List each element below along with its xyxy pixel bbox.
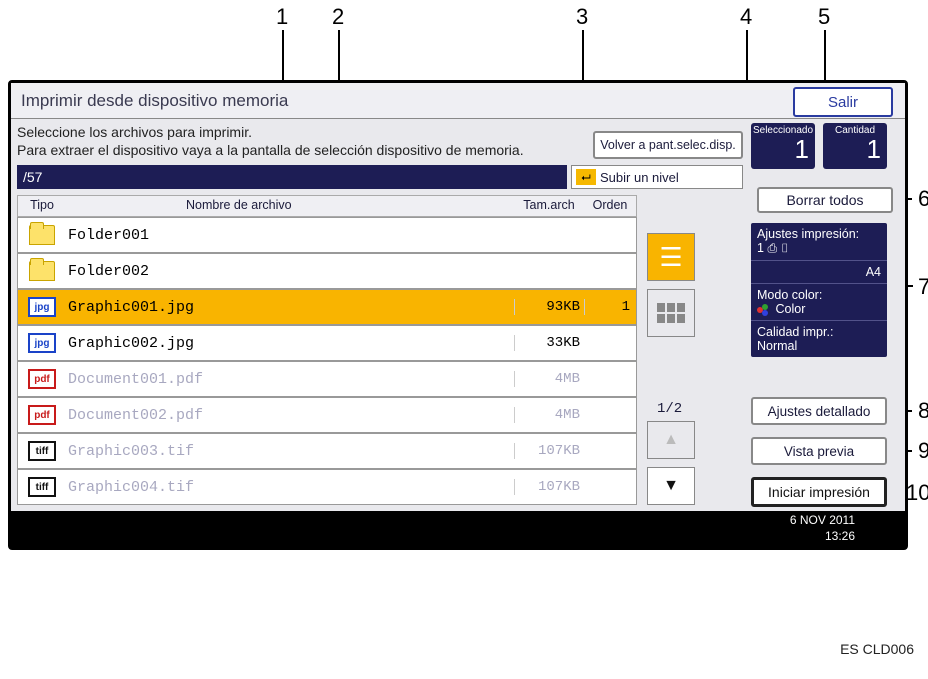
clear-all-button[interactable]: Borrar todos bbox=[757, 187, 893, 213]
paper-size-value: A4 bbox=[866, 265, 881, 279]
col-name: Nombre de archivo bbox=[66, 196, 514, 216]
print-quality-label: Calidad impr.: bbox=[757, 325, 833, 339]
color-mode-block: Modo color: Color bbox=[751, 284, 887, 321]
device-screen: Imprimir desde dispositivo memoria Salir… bbox=[8, 80, 908, 550]
print-quality-block: Calidad impr.: Normal bbox=[751, 321, 887, 357]
clock-date: 6 NOV 2011 bbox=[790, 513, 855, 527]
col-order: Orden bbox=[584, 196, 636, 216]
triangle-up-icon: ▲ bbox=[663, 431, 679, 449]
file-size: 4MB bbox=[514, 407, 584, 423]
jpg-file-icon: jpg bbox=[18, 297, 66, 317]
file-row[interactable]: Folder002 bbox=[17, 253, 637, 289]
file-name: Graphic004.tif bbox=[66, 479, 514, 496]
quantity-counter[interactable]: Cantidad 1 bbox=[823, 123, 887, 169]
preview-button[interactable]: Vista previa bbox=[751, 437, 887, 465]
page-down-button[interactable]: ▼ bbox=[647, 467, 695, 505]
col-size: Tam.arch bbox=[514, 196, 584, 216]
print-quality-value: Normal bbox=[757, 339, 797, 353]
file-size: 107KB bbox=[514, 443, 584, 459]
selected-counter-value: 1 bbox=[751, 136, 815, 162]
file-row[interactable]: jpgGraphic001.jpg93KB1 bbox=[17, 289, 637, 325]
print-settings-value: 1 bbox=[757, 241, 764, 255]
file-row[interactable]: jpgGraphic002.jpg33KB bbox=[17, 325, 637, 361]
start-print-button[interactable]: Iniciar impresión bbox=[751, 477, 887, 507]
tiff-file-icon: tiff bbox=[18, 441, 66, 461]
detailed-settings-button[interactable]: Ajustes detallado bbox=[751, 397, 887, 425]
view-grid-button[interactable] bbox=[647, 289, 695, 337]
file-name: Folder001 bbox=[66, 227, 514, 244]
selected-counter: Seleccionado 1 bbox=[751, 123, 815, 169]
folder-icon bbox=[18, 261, 66, 281]
jpg-file-icon: jpg bbox=[18, 333, 66, 353]
callout-8: 8 bbox=[918, 398, 928, 424]
color-icon bbox=[757, 304, 769, 316]
document-code: ES CLD006 bbox=[840, 641, 914, 657]
file-row: pdfDocument001.pdf4MB bbox=[17, 361, 637, 397]
file-name: Graphic002.jpg bbox=[66, 335, 514, 352]
print-settings-panel: Ajustes impresión: 1 ⎙ ▯ A4 Modo color: … bbox=[751, 223, 887, 357]
file-size: 93KB bbox=[514, 299, 584, 315]
callout-9: 9 bbox=[918, 438, 928, 464]
instructions-line1: Seleccione los archivos para imprimir. bbox=[17, 124, 252, 140]
pdf-file-icon: pdf bbox=[18, 405, 66, 425]
pdf-file-icon: pdf bbox=[18, 369, 66, 389]
file-order: 1 bbox=[584, 299, 636, 315]
status-clock: 6 NOV 2011 13:26 bbox=[11, 511, 905, 547]
page-up-button[interactable]: ▲ bbox=[647, 421, 695, 459]
callout-2: 2 bbox=[332, 4, 344, 30]
file-row: pdfDocument002.pdf4MB bbox=[17, 397, 637, 433]
callout-7: 7 bbox=[918, 274, 928, 300]
page-indicator: 1/2 bbox=[657, 401, 682, 417]
color-mode-label: Modo color: bbox=[757, 288, 822, 302]
callout-10: 10 bbox=[906, 480, 928, 506]
file-name: Document002.pdf bbox=[66, 407, 514, 424]
file-list-header: Tipo Nombre de archivo Tam.arch Orden bbox=[17, 195, 637, 217]
col-type: Tipo bbox=[18, 196, 66, 216]
tiff-file-icon: tiff bbox=[18, 477, 66, 497]
view-list-button[interactable]: ☰ bbox=[647, 233, 695, 281]
page-title: Imprimir desde dispositivo memoria bbox=[21, 91, 288, 111]
folder-icon bbox=[18, 225, 66, 245]
instructions-text: Seleccione los archivos para imprimir. P… bbox=[17, 123, 577, 159]
color-mode-value: Color bbox=[775, 302, 805, 316]
file-size: 33KB bbox=[514, 335, 584, 351]
quantity-counter-value: 1 bbox=[823, 136, 887, 162]
back-to-device-select-button[interactable]: Volver a pant.selec.disp. bbox=[593, 131, 743, 159]
file-list: Folder001Folder002jpgGraphic001.jpg93KB1… bbox=[17, 217, 637, 505]
up-one-level-label: Subir un nivel bbox=[600, 170, 679, 185]
file-row: tiffGraphic004.tif107KB bbox=[17, 469, 637, 505]
file-size: 4MB bbox=[514, 371, 584, 387]
file-name: Folder002 bbox=[66, 263, 514, 280]
list-icon: ☰ bbox=[659, 242, 682, 273]
orientation-icon: ⎙ ▯ bbox=[767, 241, 789, 255]
callout-1: 1 bbox=[276, 4, 288, 30]
current-path: /57 bbox=[17, 165, 567, 189]
callout-5: 5 bbox=[818, 4, 830, 30]
file-name: Document001.pdf bbox=[66, 371, 514, 388]
paper-size-block: A4 bbox=[751, 261, 887, 284]
file-row[interactable]: Folder001 bbox=[17, 217, 637, 253]
clock-time: 13:26 bbox=[825, 529, 855, 543]
print-settings-label: Ajustes impresión: bbox=[757, 227, 859, 241]
triangle-down-icon: ▼ bbox=[663, 477, 679, 495]
exit-button[interactable]: Salir bbox=[793, 87, 893, 117]
grid-icon bbox=[657, 303, 685, 323]
callout-6: 6 bbox=[918, 186, 928, 212]
file-name: Graphic001.jpg bbox=[66, 299, 514, 316]
callout-4: 4 bbox=[740, 4, 752, 30]
file-size: 107KB bbox=[514, 479, 584, 495]
file-row: tiffGraphic003.tif107KB bbox=[17, 433, 637, 469]
up-level-icon: ⮠ bbox=[576, 169, 596, 185]
instructions-line2: Para extraer el dispositivo vaya a la pa… bbox=[17, 142, 524, 158]
print-settings-block: Ajustes impresión: 1 ⎙ ▯ bbox=[751, 223, 887, 261]
up-one-level-button[interactable]: ⮠ Subir un nivel bbox=[571, 165, 743, 189]
header-bar: Imprimir desde dispositivo memoria bbox=[11, 83, 905, 119]
file-name: Graphic003.tif bbox=[66, 443, 514, 460]
callout-3: 3 bbox=[576, 4, 588, 30]
